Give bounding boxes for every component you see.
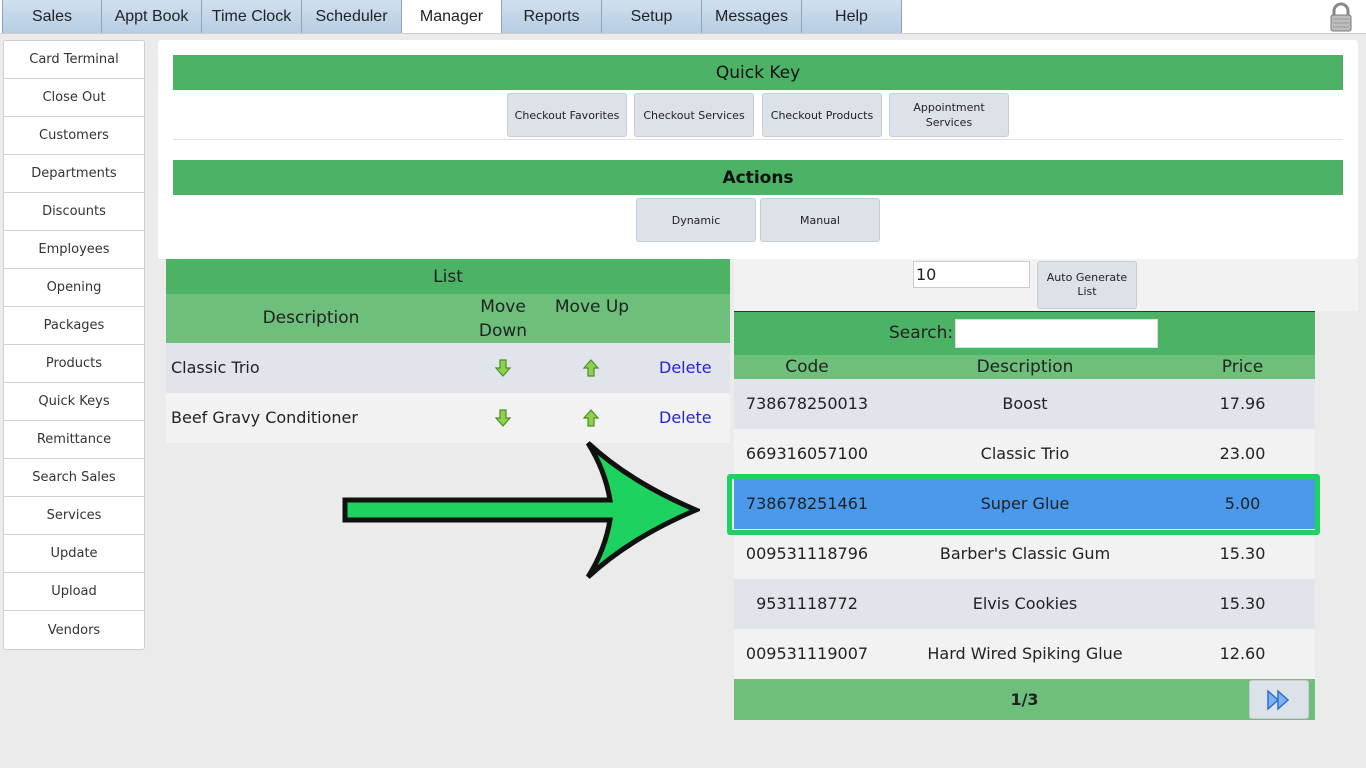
sidebar-item-update[interactable]: Update (4, 535, 144, 573)
list-col-description: Description (262, 308, 360, 328)
tab-setup[interactable]: Setup (602, 0, 702, 34)
product-code: 669316057100 (745, 444, 869, 463)
tab-messages[interactable]: Messages (702, 0, 802, 34)
list-item-description: Beef Gravy Conditioner (171, 408, 358, 427)
product-header-row: Code Description Price (734, 355, 1315, 379)
delete-link[interactable]: Delete (659, 343, 712, 393)
delete-link[interactable]: Delete (659, 393, 712, 443)
dynamic-button[interactable]: Dynamic (636, 198, 756, 242)
quick-key-list: List Description Move Down Move Up Class… (166, 259, 730, 443)
search-input[interactable] (955, 319, 1158, 348)
sidebar-item-customers[interactable]: Customers (4, 117, 144, 155)
manual-button[interactable]: Manual (760, 198, 880, 242)
list-header-row: Description Move Down Move Up (166, 294, 730, 343)
sidebar-item-vendors[interactable]: Vendors (4, 611, 144, 649)
arrow-up-icon[interactable] (581, 358, 601, 378)
list-item: Classic Trio Delete (166, 343, 730, 393)
sidebar-item-remittance[interactable]: Remittance (4, 421, 144, 459)
lock-icon[interactable] (1326, 2, 1356, 32)
checkout-favorites-button[interactable]: Checkout Favorites (507, 93, 627, 137)
arrow-up-icon[interactable] (581, 408, 601, 428)
tab-sales[interactable]: Sales (2, 0, 102, 34)
sidebar-item-search-sales[interactable]: Search Sales (4, 459, 144, 497)
product-col-description: Description (976, 357, 1074, 377)
manager-sidebar: Card Terminal Close Out Customers Depart… (3, 40, 145, 650)
product-price: 17.96 (1219, 394, 1266, 413)
generator-area: 10 Auto Generate List (734, 259, 1358, 311)
tab-time-clock[interactable]: Time Clock (202, 0, 302, 34)
product-description: Elvis Cookies (972, 594, 1078, 613)
top-bar: Sales Appt Book Time Clock Scheduler Man… (0, 0, 1366, 34)
sidebar-item-employees[interactable]: Employees (4, 231, 144, 269)
product-col-price: Price (1221, 357, 1264, 377)
search-label: Search: (889, 323, 954, 343)
product-description: Barber's Classic Gum (939, 544, 1111, 563)
sidebar-item-upload[interactable]: Upload (4, 573, 144, 611)
panel-separator (173, 139, 1343, 140)
tab-reports[interactable]: Reports (502, 0, 602, 34)
product-code: 738678250013 (745, 394, 869, 413)
sidebar-item-departments[interactable]: Departments (4, 155, 144, 193)
product-price: 15.30 (1219, 594, 1266, 613)
quick-key-panel: Quick Key Checkout Favorites Checkout Se… (158, 40, 1358, 259)
next-page-button[interactable] (1249, 680, 1309, 719)
appointment-services-button[interactable]: Appointment Services (889, 93, 1009, 137)
tab-appt-book[interactable]: Appt Book (102, 0, 202, 34)
item-count-input[interactable]: 10 (913, 261, 1030, 288)
product-code: 009531118796 (745, 544, 869, 563)
sidebar-item-services[interactable]: Services (4, 497, 144, 535)
product-code: 9531118772 (756, 594, 858, 613)
table-row[interactable]: 009531119007 Hard Wired Spiking Glue 12.… (734, 629, 1315, 679)
checkout-services-button[interactable]: Checkout Services (634, 93, 754, 137)
arrow-down-icon[interactable] (493, 358, 513, 378)
fast-forward-icon (1267, 688, 1290, 711)
list-item: Beef Gravy Conditioner Delete (166, 393, 730, 443)
tab-divider (0, 33, 1366, 34)
sidebar-item-discounts[interactable]: Discounts (4, 193, 144, 231)
main-tabs: Sales Appt Book Time Clock Scheduler Man… (2, 0, 902, 34)
pagination-bar: 1/3 (734, 679, 1315, 720)
auto-generate-list-button[interactable]: Auto Generate List (1037, 261, 1137, 309)
page-indicator: 1/3 (1010, 690, 1039, 709)
sidebar-item-quick-keys[interactable]: Quick Keys (4, 383, 144, 421)
list-title: List (166, 259, 730, 294)
sidebar-item-close-out[interactable]: Close Out (4, 79, 144, 117)
quick-key-title: Quick Key (173, 55, 1343, 90)
checkout-products-button[interactable]: Checkout Products (762, 93, 882, 137)
product-code: 009531119007 (745, 644, 869, 663)
list-item-description: Classic Trio (171, 358, 260, 377)
product-col-code: Code (785, 357, 829, 377)
table-row[interactable]: 009531118796 Barber's Classic Gum 15.30 (734, 529, 1315, 579)
sidebar-item-packages[interactable]: Packages (4, 307, 144, 345)
sidebar-item-opening[interactable]: Opening (4, 269, 144, 307)
table-row[interactable]: 669316057100 Classic Trio 23.00 (734, 429, 1315, 479)
tab-scheduler[interactable]: Scheduler (302, 0, 402, 34)
list-col-move-up: Move Up (554, 297, 630, 317)
table-row[interactable]: 9531118772 Elvis Cookies 15.30 (734, 579, 1315, 629)
product-price: 23.00 (1219, 444, 1266, 463)
product-description: Hard Wired Spiking Glue (927, 644, 1123, 663)
table-row[interactable]: 738678250013 Boost 17.96 (734, 379, 1315, 429)
tab-manager[interactable]: Manager (402, 0, 502, 34)
product-description: Classic Trio (980, 444, 1070, 463)
list-col-move-down: Move Down (478, 297, 528, 341)
sidebar-item-card-terminal[interactable]: Card Terminal (4, 41, 144, 79)
actions-title: Actions (173, 160, 1343, 195)
pointer-arrow-icon (342, 441, 700, 579)
selection-highlight-box (727, 474, 1320, 535)
sidebar-item-products[interactable]: Products (4, 345, 144, 383)
tab-help[interactable]: Help (802, 0, 902, 34)
search-bar: Search: (734, 312, 1315, 355)
product-description: Boost (1002, 394, 1048, 413)
arrow-down-icon[interactable] (493, 408, 513, 428)
product-price: 12.60 (1219, 644, 1266, 663)
product-price: 15.30 (1219, 544, 1266, 563)
